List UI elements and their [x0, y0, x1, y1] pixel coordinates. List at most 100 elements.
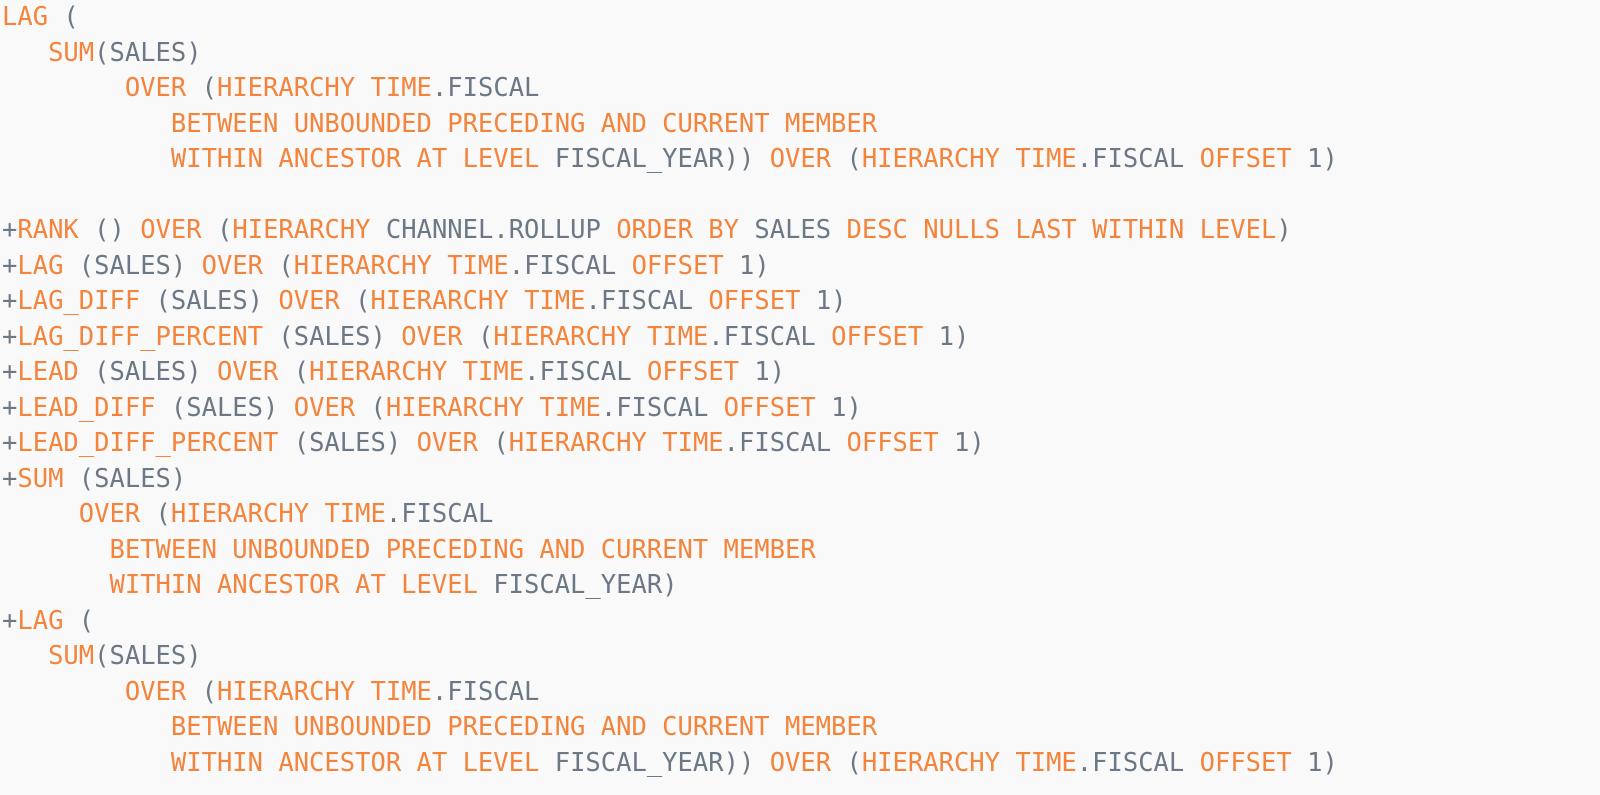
- code-line[interactable]: +LEAD_DIFF_PERCENT (SALES) OVER (HIERARC…: [0, 426, 1600, 462]
- sql-punctuation: (: [293, 357, 310, 387]
- code-line[interactable]: BETWEEN UNBOUNDED PRECEDING AND CURRENT …: [0, 107, 1600, 143]
- sql-keyword: OVER: [769, 747, 832, 778]
- sql-identifier: FISCAL: [723, 321, 816, 352]
- sql-punctuation: .: [1076, 747, 1093, 778]
- code-line[interactable]: OVER (HIERARCHY TIME.FISCAL: [0, 497, 1600, 533]
- diff-add-marker: +: [2, 321, 18, 352]
- sql-keyword: LAG_DIFF: [17, 286, 141, 316]
- sql-punctuation: (: [78, 463, 95, 494]
- sql-keyword: HIERARCHY: [309, 357, 448, 387]
- code-line[interactable]: +LAG_DIFF_PERCENT (SALES) OVER (HIERARCH…: [0, 320, 1600, 356]
- sql-keyword: OVER: [124, 73, 187, 103]
- sql-punctuation: (): [94, 215, 125, 245]
- sql-punctuation: ): [186, 37, 202, 68]
- sql-keyword: LEAD: [17, 357, 79, 387]
- code-line[interactable]: WITHIN ANCESTOR AT LEVEL FISCAL_YEAR)) O…: [0, 746, 1600, 782]
- sql-keyword: DESC NULLS LAST WITHIN LEVEL: [846, 215, 1277, 245]
- sql-keyword: HIERARCHY: [293, 250, 432, 281]
- code-line[interactable]: BETWEEN UNBOUNDED PRECEDING AND CURRENT …: [0, 710, 1600, 746]
- sql-identifier: FISCAL: [524, 250, 617, 281]
- sql-identifier: FISCAL: [447, 676, 540, 707]
- sql-punctuation: ): [831, 286, 847, 316]
- code-line[interactable]: +RANK () OVER (HIERARCHY CHANNEL.ROLLUP …: [0, 213, 1600, 249]
- sql-keyword: LAG: [17, 605, 64, 636]
- sql-keyword: OFFSET: [723, 392, 816, 423]
- sql-keyword: SUM: [17, 463, 64, 494]
- code-line[interactable]: OVER (HIERARCHY TIME.FISCAL: [0, 675, 1600, 711]
- sql-punctuation: (: [493, 428, 509, 458]
- code-line[interactable]: SUM(SALES): [0, 639, 1600, 675]
- code-line[interactable]: LAG (: [0, 0, 1600, 36]
- code-line[interactable]: [0, 178, 1600, 214]
- code-line[interactable]: WITHIN ANCESTOR AT LEVEL FISCAL_YEAR): [0, 568, 1600, 604]
- code-line[interactable]: BETWEEN UNBOUNDED PRECEDING AND CURRENT …: [0, 533, 1600, 569]
- sql-punctuation: .: [723, 428, 740, 458]
- sql-identifier: FISCAL_YEAR: [554, 144, 724, 174]
- sql-keyword: TIME: [646, 321, 709, 352]
- sql-keyword: OFFSET: [1199, 144, 1292, 174]
- code-line[interactable]: OVER (HIERARCHY TIME.FISCAL: [0, 71, 1600, 107]
- sql-punctuation: .: [431, 73, 448, 103]
- sql-punctuation: ): [186, 357, 202, 387]
- sql-keyword: TIME: [447, 250, 509, 281]
- code-block[interactable]: LAG ( SUM(SALES) OVER (HIERARCHY TIME.FI…: [0, 0, 1600, 795]
- sql-punctuation: (: [155, 499, 171, 529]
- sql-punctuation: (: [217, 215, 233, 245]
- sql-punctuation: (: [78, 605, 95, 636]
- sql-punctuation: (: [278, 250, 294, 281]
- sql-punctuation: ): [247, 286, 264, 316]
- code-line[interactable]: +LEAD_DIFF (SALES) OVER (HIERARCHY TIME.…: [0, 391, 1600, 427]
- sql-keyword: OVER: [416, 428, 478, 458]
- code-line[interactable]: +LAG_DIFF (SALES) OVER (HIERARCHY TIME.F…: [0, 284, 1600, 320]
- code-line[interactable]: +LAG (: [0, 604, 1600, 640]
- sql-punctuation: .: [600, 392, 617, 423]
- diff-add-marker: +: [2, 250, 18, 281]
- sql-keyword: HIERARCHY: [493, 321, 632, 352]
- sql-keyword: HIERARCHY: [216, 73, 356, 103]
- sql-keyword: TIME: [1015, 144, 1077, 174]
- sql-punctuation: ): [385, 428, 402, 458]
- sql-identifier: SALES: [109, 357, 187, 387]
- sql-number: 1: [1307, 747, 1323, 778]
- sql-punctuation: ): [846, 392, 862, 423]
- code-line[interactable]: WITHIN ANCESTOR AT LEVEL FISCAL_YEAR)) O…: [0, 142, 1600, 178]
- sql-punctuation: )): [723, 144, 755, 174]
- sql-punctuation: (: [477, 321, 494, 352]
- code-line[interactable]: +SUM (SALES): [0, 462, 1600, 498]
- sql-keyword: LEAD_DIFF_PERCENT: [17, 428, 279, 458]
- sql-keyword: TIME: [370, 676, 432, 707]
- sql-keyword: OVER: [401, 321, 463, 352]
- code-line[interactable]: +LEAD (SALES) OVER (HIERARCHY TIME.FISCA…: [0, 355, 1600, 391]
- code-line[interactable]: +LAG (SALES) OVER (HIERARCHY TIME.FISCAL…: [0, 249, 1600, 285]
- sql-keyword: HIERARCHY: [861, 144, 1000, 174]
- code-line[interactable]: SUM(SALES): [0, 36, 1600, 72]
- sql-keyword: TIME: [1015, 747, 1077, 778]
- sql-identifier: CHANNEL.ROLLUP: [385, 215, 601, 245]
- sql-identifier: FISCAL: [1092, 144, 1185, 174]
- sql-identifier: FISCAL: [447, 73, 540, 103]
